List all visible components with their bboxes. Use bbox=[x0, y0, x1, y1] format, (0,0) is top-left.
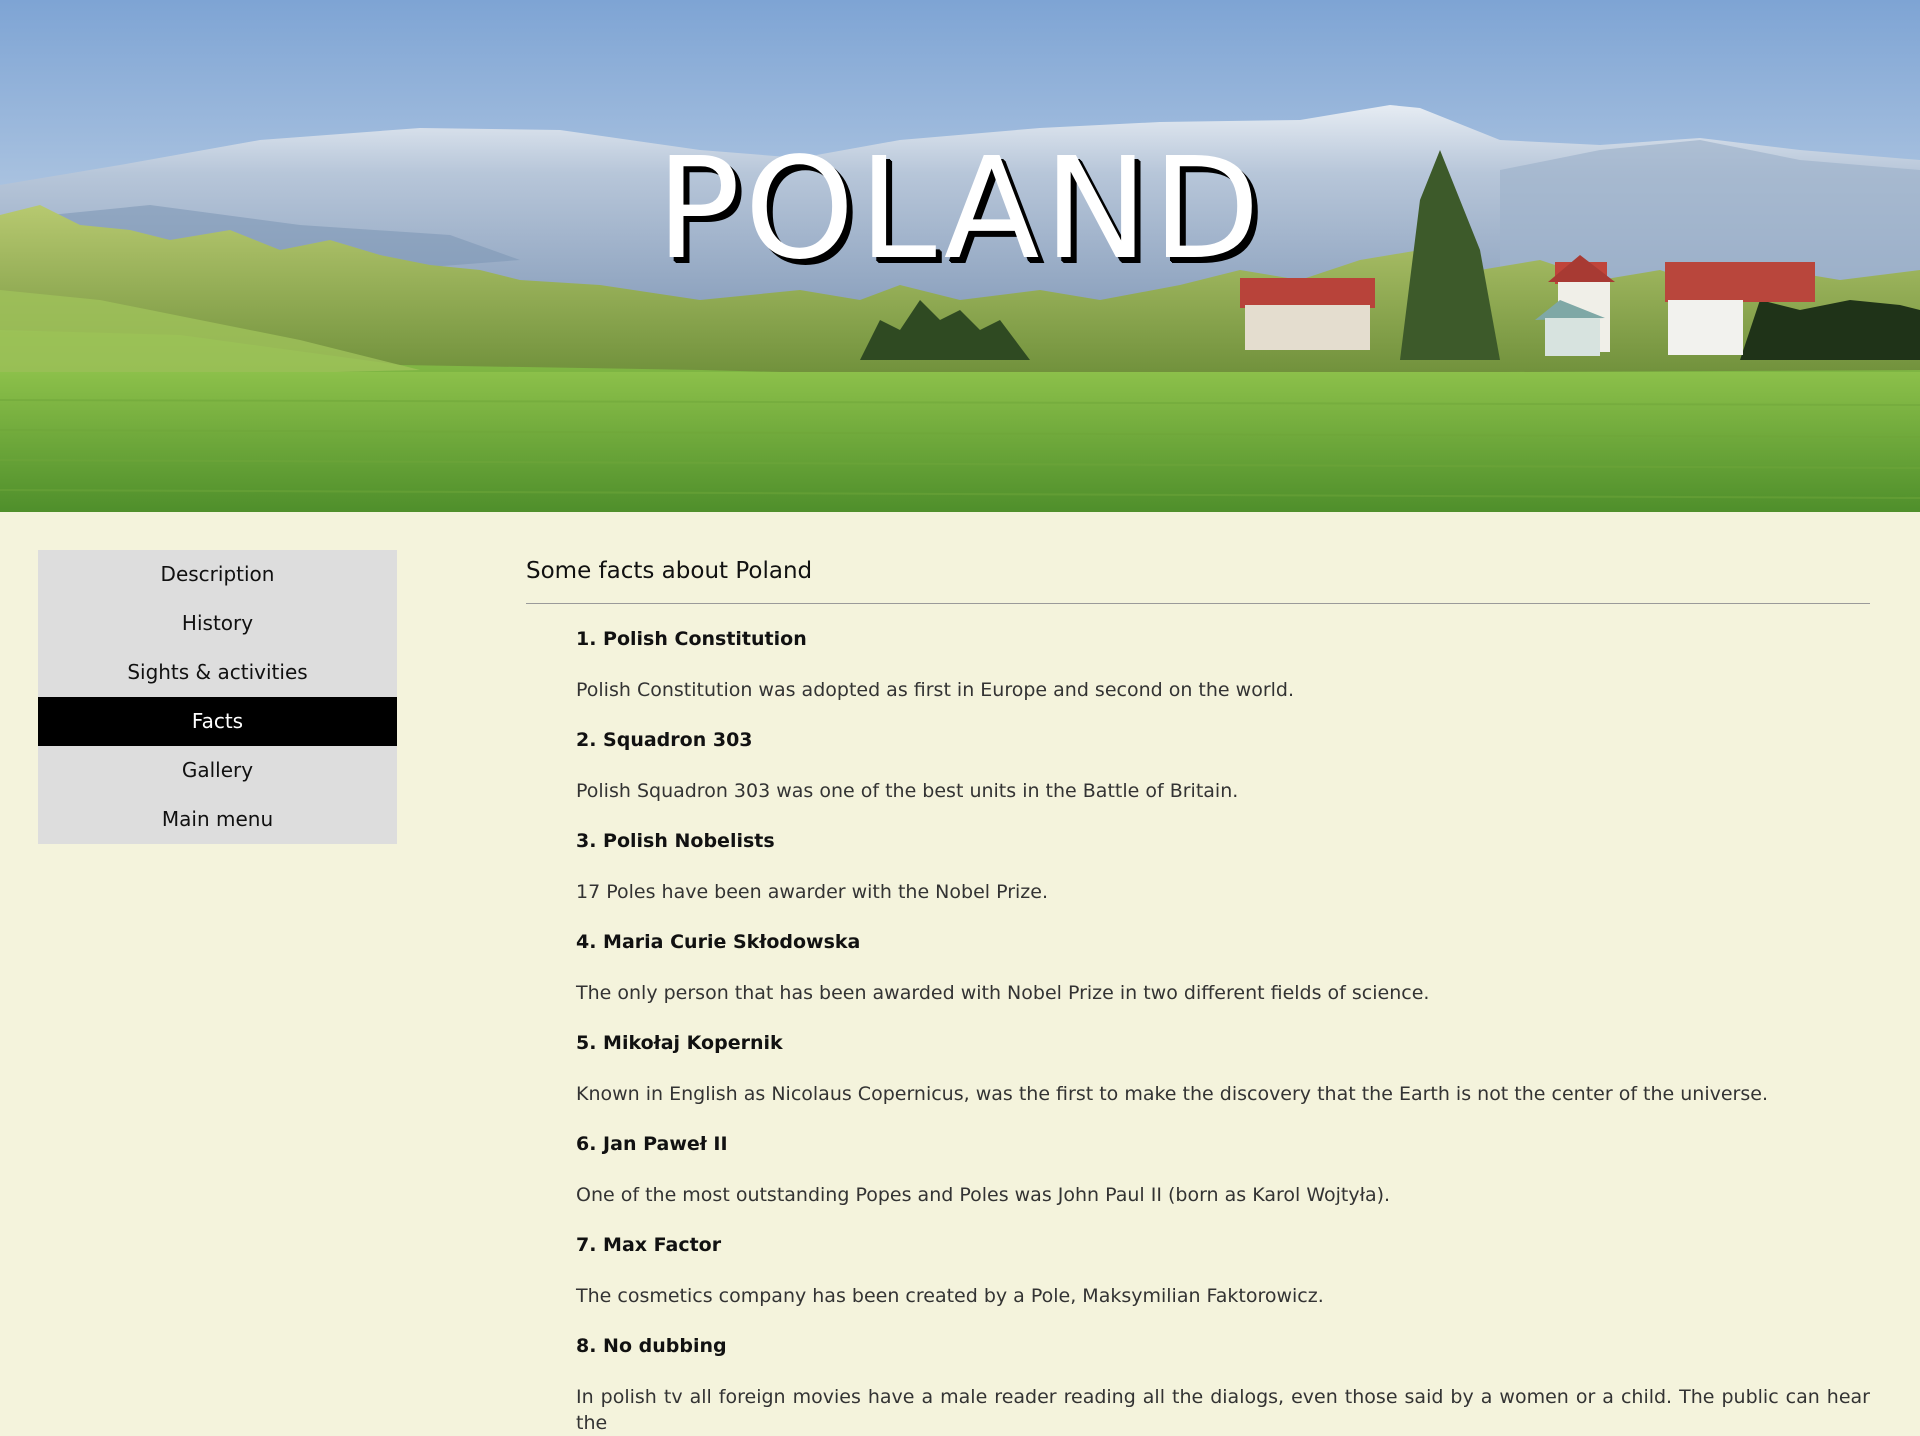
fact-title: 2. Squadron 303 bbox=[576, 729, 753, 751]
page-title: POLAND bbox=[655, 128, 1265, 291]
sidebar-nav: Description History Sights & activities … bbox=[38, 550, 397, 844]
sidebar-item-history[interactable]: History bbox=[38, 599, 397, 648]
sidebar-item-facts[interactable]: Facts bbox=[38, 697, 397, 746]
fact-title: 7. Max Factor bbox=[576, 1234, 722, 1256]
sidebar-item-main-menu[interactable]: Main menu bbox=[38, 795, 397, 844]
fact-text: Polish Squadron 303 was one of the best … bbox=[576, 780, 1239, 802]
fact-text: Known in English as Nicolaus Copernicus,… bbox=[576, 1083, 1768, 1105]
hero-banner: POLAND bbox=[0, 0, 1920, 512]
fact-title: 6. Jan Paweł II bbox=[576, 1133, 728, 1155]
fact-text: In polish tv all foreign movies have a m… bbox=[576, 1386, 1870, 1434]
fact-text: Polish Constitution was adopted as first… bbox=[576, 679, 1295, 701]
fact-title: 4. Maria Curie Skłodowska bbox=[576, 931, 861, 953]
divider bbox=[526, 603, 1870, 604]
fact-text: One of the most outstanding Popes and Po… bbox=[576, 1184, 1391, 1206]
sidebar-item-sights-activities[interactable]: Sights & activities bbox=[38, 648, 397, 697]
sidebar-item-description[interactable]: Description bbox=[38, 550, 397, 599]
fact-text: The only person that has been awarded wi… bbox=[576, 982, 1430, 1004]
sidebar-item-gallery[interactable]: Gallery bbox=[38, 746, 397, 795]
fact-title: 3. Polish Nobelists bbox=[576, 830, 775, 852]
section-heading: Some facts about Poland bbox=[526, 558, 813, 584]
facts-list: 1. Polish Constitution Polish Constituti… bbox=[526, 626, 1870, 1436]
fact-text: 17 Poles have been awarder with the Nobe… bbox=[576, 881, 1049, 903]
fact-title: 1. Polish Constitution bbox=[576, 628, 807, 650]
fact-title: 8. No dubbing bbox=[576, 1335, 727, 1357]
main-content: Some facts about Poland 1. Polish Consti… bbox=[526, 550, 1870, 1436]
fact-title: 5. Mikołaj Kopernik bbox=[576, 1032, 783, 1054]
fact-text: The cosmetics company has been created b… bbox=[576, 1285, 1324, 1307]
